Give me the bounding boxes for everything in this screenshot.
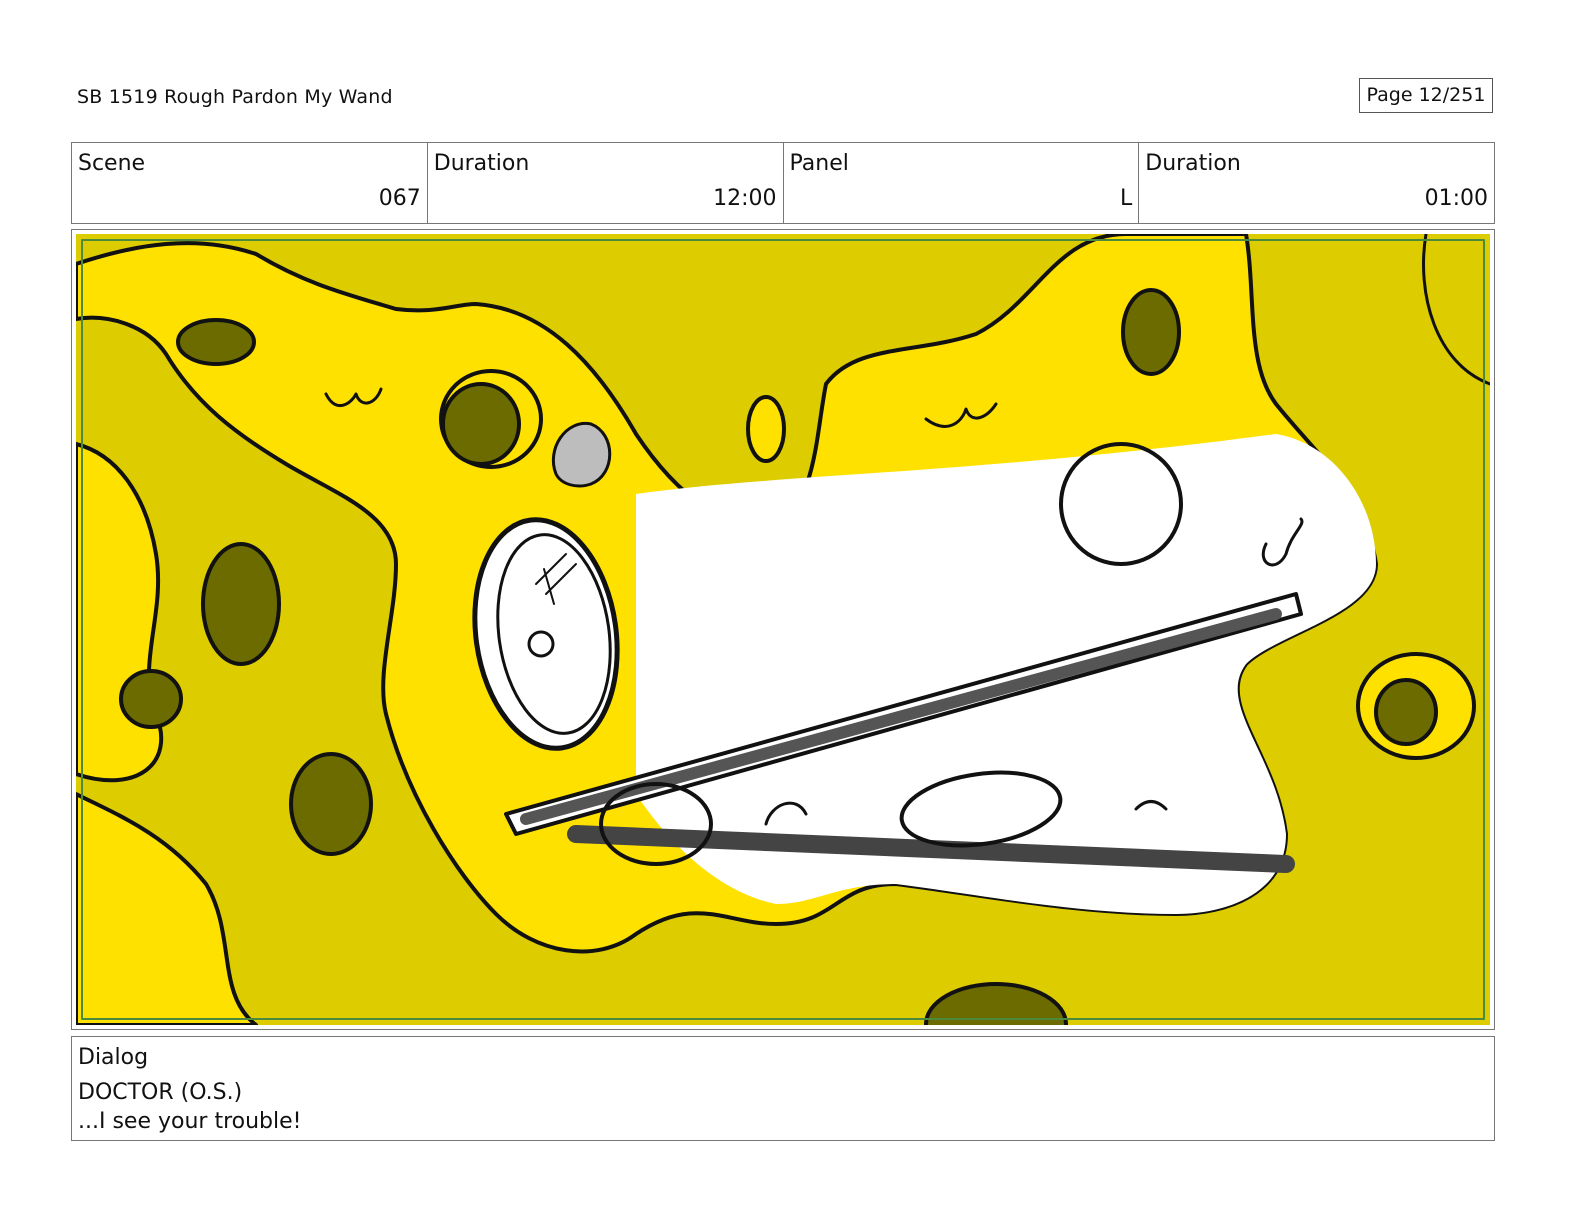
dialog-label: Dialog [78,1045,149,1070]
scene-label: Scene [78,151,146,176]
scene-value: 067 [378,186,421,211]
scene-duration-value: 12:00 [713,186,777,211]
eye-pupil [527,630,555,658]
scene-duration-cell: Duration 12:00 [428,143,784,223]
sponge-hole [119,669,183,729]
sponge-hole [441,382,521,466]
sponge-hole [201,542,281,666]
storyboard-panel [71,229,1495,1030]
panel-duration-label: Duration [1145,151,1241,176]
sponge-hole [1374,678,1438,746]
scene-info-row: Scene 067 Duration 12:00 Panel L Duratio… [71,142,1495,224]
sponge-hole [289,752,373,856]
storyboard-title: SB 1519 Rough Pardon My Wand [77,86,393,108]
panel-label: Panel [789,151,849,176]
sponge-hole [176,318,256,366]
panel-duration-cell: Duration 01:00 [1139,143,1494,223]
panel-duration-value: 01:00 [1424,186,1488,211]
sponge-hole [746,395,786,463]
panel-drawing [76,234,1490,1025]
dialog-line: ...I see your trouble! [78,1109,302,1134]
panel-value: L [1119,186,1133,211]
dialog-speaker: DOCTOR (O.S.) [78,1080,243,1105]
dialog-box: Dialog DOCTOR (O.S.) ...I see your troub… [71,1036,1495,1141]
scene-duration-label: Duration [433,151,530,176]
scene-cell: Scene 067 [72,143,428,223]
sponge-hole [1121,288,1181,376]
panel-cell: Panel L [784,143,1140,223]
page-counter: Page 12/251 [1359,78,1493,113]
